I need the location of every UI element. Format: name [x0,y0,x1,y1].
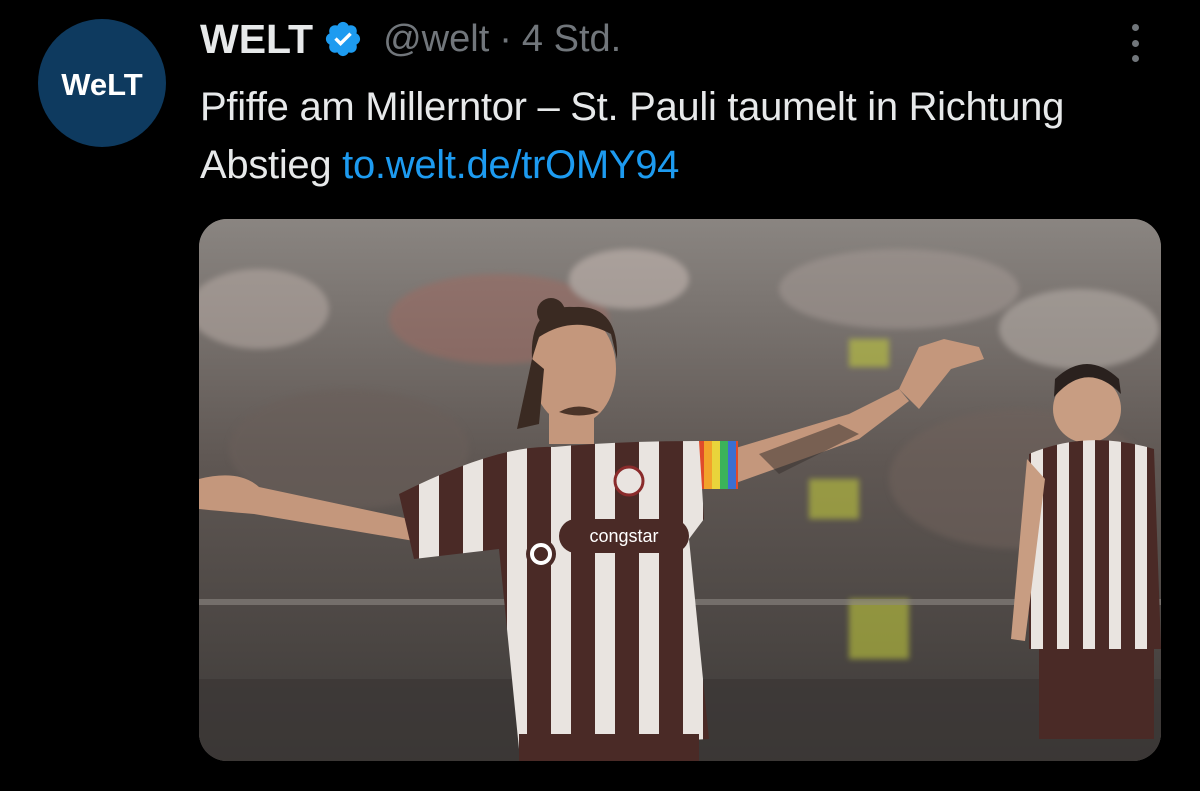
media-photo: congstar [199,219,1161,761]
tweet[interactable]: WeLT WELT @welt · 4 Std. Pfiffe am Mille… [0,0,1200,791]
tweet-timestamp[interactable]: 4 Std. [522,18,621,61]
more-options-icon[interactable] [1118,20,1152,66]
tweet-text: Pfiffe am Millerntor – St. Pauli taumelt… [200,78,1140,194]
author-display-name[interactable]: WELT [200,16,313,63]
more-dot [1131,24,1139,31]
author-avatar[interactable]: WeLT [38,19,166,147]
more-dot [1131,39,1139,47]
avatar-logo-text: WeLT [61,67,143,102]
more-dot [1131,55,1139,62]
header-separator: · [499,17,512,60]
sponsor-text: congstar [589,526,658,546]
tweet-media-image[interactable]: congstar [199,219,1161,761]
verified-badge-icon [323,19,363,59]
tweet-link[interactable]: to.welt.de/trOMY94 [342,143,679,187]
author-handle[interactable]: @welt [383,18,489,61]
tweet-header: WELT @welt · 4 Std. [200,14,621,64]
